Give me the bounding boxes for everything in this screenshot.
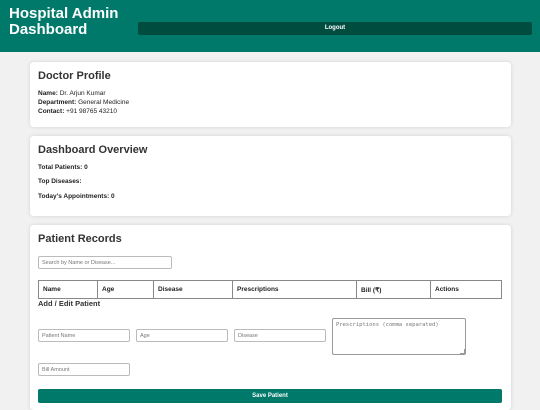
patient-records-table: Name Age Disease Prescriptions Bill (₹) …: [38, 280, 502, 299]
column-header-actions[interactable]: Actions: [430, 280, 502, 299]
bill-amount-input[interactable]: [38, 363, 130, 376]
doctor-contact-line: Contact: +91 98765 43210: [38, 108, 117, 115]
textarea-resize-handle[interactable]: [460, 349, 465, 354]
total-patients-stat: Total Patients: 0: [38, 164, 88, 171]
patient-name-input[interactable]: [38, 329, 130, 342]
disease-input[interactable]: [234, 329, 326, 342]
doctor-contact-value: +91 98765 43210: [66, 108, 117, 115]
doctor-name-value: Dr. Arjun Kumar: [59, 90, 106, 97]
dashboard-overview-card: Dashboard Overview Total Patients: 0 Top…: [30, 136, 511, 216]
app-title: Hospital Admin Dashboard: [9, 5, 119, 38]
top-diseases-stat: Top Diseases:: [38, 178, 82, 185]
doctor-name-line: Name: Dr. Arjun Kumar: [38, 90, 106, 97]
doctor-name-label: Name:: [38, 90, 58, 97]
age-input[interactable]: [136, 329, 228, 342]
patient-records-title: Patient Records: [38, 233, 122, 245]
column-header-bill[interactable]: Bill (₹): [356, 280, 431, 299]
add-edit-patient-title: Add / Edit Patient: [38, 299, 101, 308]
column-header-name[interactable]: Name: [38, 280, 98, 299]
logout-button[interactable]: Logout: [138, 22, 532, 35]
doctor-contact-label: Contact:: [38, 108, 65, 115]
save-patient-button[interactable]: Save Patient: [38, 389, 502, 403]
doctor-department-line: Department: General Medicine: [38, 99, 129, 106]
search-input[interactable]: [38, 256, 172, 269]
doctor-profile-card: Doctor Profile Name: Dr. Arjun Kumar Dep…: [30, 62, 511, 127]
app-header: Hospital Admin Dashboard Logout: [0, 0, 540, 52]
patient-records-card: Patient Records Name Age Disease Prescri…: [30, 225, 511, 410]
prescriptions-textarea[interactable]: [332, 318, 466, 355]
todays-appointments-stat: Today's Appointments: 0: [38, 193, 115, 200]
overview-title: Dashboard Overview: [38, 144, 148, 156]
column-header-age[interactable]: Age: [97, 280, 154, 299]
column-header-disease[interactable]: Disease: [153, 280, 233, 299]
column-header-prescriptions[interactable]: Prescriptions: [232, 280, 357, 299]
doctor-profile-title: Doctor Profile: [38, 70, 111, 82]
doctor-department-value: General Medicine: [78, 99, 130, 106]
doctor-department-label: Department:: [38, 99, 77, 106]
table-header-row: Name Age Disease Prescriptions Bill (₹) …: [38, 280, 502, 299]
